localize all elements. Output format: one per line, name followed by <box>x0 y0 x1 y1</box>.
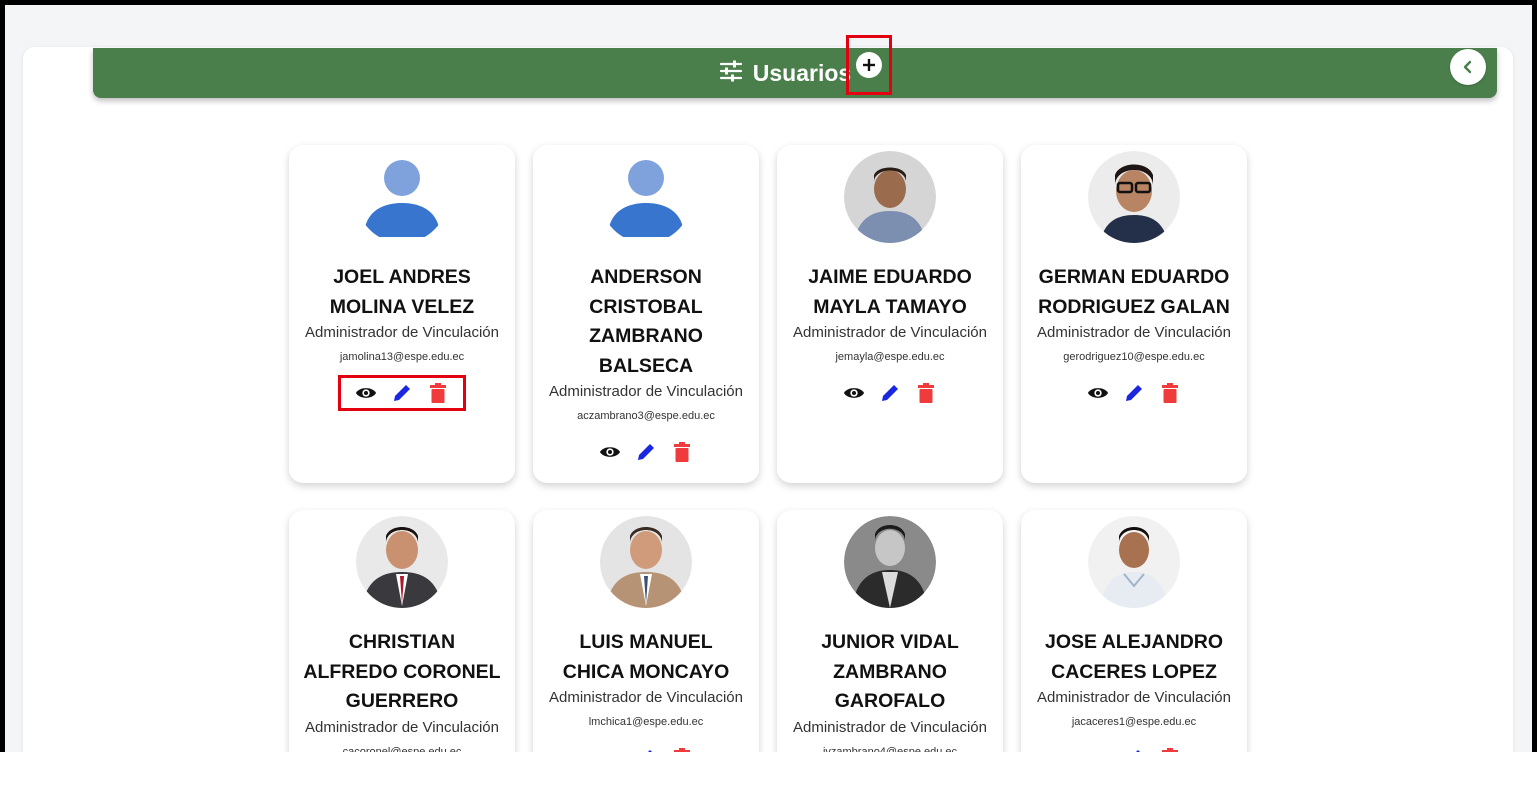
eye-icon <box>1087 388 1109 398</box>
user-card: JAIME EDUARDO MAYLA TAMAYO Administrador… <box>777 145 1003 483</box>
pencil-icon <box>638 444 654 460</box>
user-name: GERMAN EDUARDO RODRIGUEZ GALAN <box>1038 266 1230 318</box>
user-role: Administrador de Vinculación <box>1037 324 1231 341</box>
user-name: ANDERSON CRISTOBAL ZAMBRANO BALSECA <box>589 266 703 377</box>
view-button[interactable] <box>843 382 865 404</box>
edit-button[interactable] <box>879 382 901 404</box>
user-actions <box>1070 375 1198 411</box>
user-actions <box>826 375 954 411</box>
profile-photo <box>356 516 448 608</box>
delete-button[interactable] <box>1159 382 1181 404</box>
user-actions <box>338 375 466 411</box>
trash-icon <box>1162 383 1178 403</box>
view-button[interactable] <box>1087 382 1109 404</box>
edit-button[interactable] <box>391 382 413 404</box>
user-role: Administrador de Vinculación <box>305 324 499 341</box>
user-card: GERMAN EDUARDO RODRIGUEZ GALAN Administr… <box>1021 145 1247 483</box>
delete-button[interactable] <box>427 382 449 404</box>
avatar-photo <box>1088 151 1180 243</box>
eye-icon <box>843 388 865 398</box>
user-icon <box>608 160 684 237</box>
user-role: Administrador de Vinculación <box>793 718 987 736</box>
pencil-icon <box>394 385 410 401</box>
user-email: aczambrano3@espe.edu.ec <box>577 410 715 422</box>
user-role: Administrador de Vinculación <box>793 324 987 341</box>
user-email: jacaceres1@espe.edu.ec <box>1071 716 1197 728</box>
view-button[interactable] <box>355 382 377 404</box>
user-email: jemayla@espe.edu.ec <box>835 351 945 363</box>
user-role: Administrador de Vinculación <box>549 383 743 400</box>
user-name: JOSE ALEJANDRO CACERES LOPEZ <box>1044 631 1224 683</box>
header-title-group: Usuarios <box>719 60 851 87</box>
avatar-photo <box>356 516 448 608</box>
add-button-highlight <box>846 35 892 95</box>
edit-button[interactable] <box>1123 382 1145 404</box>
eye-icon <box>355 388 377 398</box>
avatar <box>356 151 448 243</box>
user-card: JOSE ALEJANDRO CACERES LOPEZ Administrad… <box>1021 510 1247 780</box>
avatar <box>600 151 692 243</box>
sliders-icon <box>719 60 743 87</box>
user-name: LUIS MANUEL CHICA MONCAYO <box>562 631 730 683</box>
user-email: lmchica1@espe.edu.ec <box>588 716 704 728</box>
page-header: Usuarios <box>93 48 1497 98</box>
user-card: CHRISTIAN ALFREDO CORONEL GUERRERO Admin… <box>289 510 515 780</box>
bottom-strip <box>0 752 1537 785</box>
user-email: jamolina13@espe.edu.ec <box>339 351 465 363</box>
avatar-photo <box>600 516 692 608</box>
eye-icon <box>599 447 621 457</box>
user-card: LUIS MANUEL CHICA MONCAYO Administrador … <box>533 510 759 780</box>
pencil-icon <box>882 385 898 401</box>
avatar-photo <box>844 516 936 608</box>
profile-photo <box>1088 151 1180 243</box>
delete-button[interactable] <box>915 382 937 404</box>
user-card: JUNIOR VIDAL ZAMBRANO GAROFALO Administr… <box>777 510 1003 780</box>
user-role: Administrador de Vinculación <box>305 718 499 736</box>
user-icon <box>364 160 440 237</box>
user-name: JAIME EDUARDO MAYLA TAMAYO <box>808 266 972 318</box>
content-panel <box>23 47 1513 780</box>
edit-button[interactable] <box>635 441 657 463</box>
user-name: CHRISTIAN ALFREDO CORONEL GUERRERO <box>303 631 501 712</box>
chevron-left-icon <box>1463 60 1472 74</box>
pencil-icon <box>1126 385 1142 401</box>
user-email: gerodriguez10@espe.edu.ec <box>1063 351 1205 363</box>
user-card: JOEL ANDRES MOLINA VELEZ Administrador d… <box>289 145 515 483</box>
trash-icon <box>430 383 446 403</box>
profile-photo <box>844 151 936 243</box>
browser-frame: Usuarios JOEL ANDRES MOLINA VELEZ Admini… <box>0 0 1537 785</box>
user-role: Administrador de Vinculación <box>1037 689 1231 706</box>
trash-icon <box>918 383 934 403</box>
profile-photo <box>600 516 692 608</box>
view-button[interactable] <box>599 441 621 463</box>
plus-icon <box>863 59 875 71</box>
add-user-button[interactable] <box>856 52 882 78</box>
avatar-photo <box>844 151 936 243</box>
profile-photo <box>1088 516 1180 608</box>
user-card: ANDERSON CRISTOBAL ZAMBRANO BALSECA Admi… <box>533 145 759 483</box>
back-button[interactable] <box>1450 49 1486 85</box>
avatar-photo <box>1088 516 1180 608</box>
user-name: JUNIOR VIDAL ZAMBRANO GAROFALO <box>821 631 959 712</box>
user-actions <box>582 434 710 470</box>
page-title: Usuarios <box>752 59 852 86</box>
profile-photo <box>844 516 936 608</box>
user-role: Administrador de Vinculación <box>549 689 743 706</box>
trash-icon <box>674 442 690 462</box>
user-name: JOEL ANDRES MOLINA VELEZ <box>329 266 475 318</box>
delete-button[interactable] <box>671 441 693 463</box>
